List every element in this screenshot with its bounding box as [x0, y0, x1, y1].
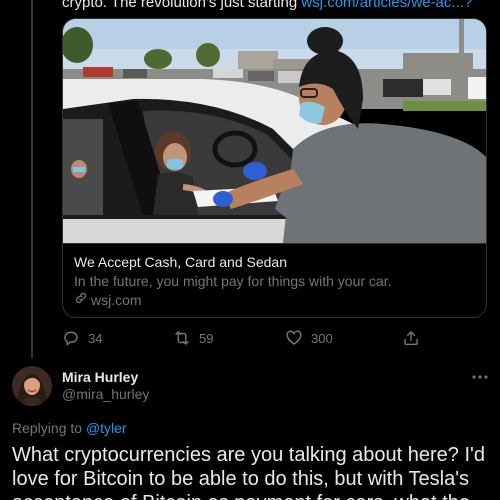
card-domain-row: wsj.com [74, 291, 477, 309]
card-title: We Accept Cash, Card and Sedan [74, 254, 287, 270]
reply-body-line: acceptance of Bitcoin as payment for car… [12, 491, 492, 500]
card-domain: wsj.com [91, 292, 142, 308]
tweet-text-truncated: crypto. The revolution's just starting w… [62, 0, 472, 12]
replying-to-prefix: Replying to [12, 420, 86, 436]
reply-count: 34 [88, 330, 103, 346]
card-description: In the future, you might pay for things … [74, 273, 392, 289]
article-link[interactable]: wsj.com/articles/we-ac...? [301, 0, 472, 11]
tweet-text: crypto. The revolution's just starting [62, 0, 302, 11]
reply-author-handle[interactable]: @mira_hurley [62, 386, 149, 403]
reply-body-line: love for Bitcoin to be able to do this, … [12, 468, 470, 490]
avatar[interactable] [12, 366, 52, 406]
heart-icon [285, 329, 303, 347]
card-info[interactable]: We Accept Cash, Card and Sedan In the fu… [63, 243, 486, 317]
reply-body-line: What cryptocurrencies are you talking ab… [12, 444, 485, 466]
card-image[interactable] [63, 19, 486, 243]
replying-to-mention[interactable]: @tyler [86, 420, 127, 436]
thread-connector-line [31, 0, 33, 358]
reply-icon [62, 329, 80, 347]
like-count: 300 [311, 330, 333, 346]
link-preview-card[interactable]: We Accept Cash, Card and Sedan In the fu… [62, 18, 487, 318]
link-icon [74, 291, 88, 309]
avatar-photo [12, 366, 52, 406]
retweet-count: 59 [199, 330, 214, 346]
share-button[interactable] [402, 328, 420, 348]
more-options-icon[interactable] [470, 370, 490, 382]
reply-author-name[interactable]: Mira Hurley [62, 369, 138, 386]
reply-body: What cryptocurrencies are you talking ab… [12, 443, 492, 500]
share-icon [402, 329, 420, 347]
retweet-button[interactable]: 59 [173, 328, 213, 348]
reply-button[interactable]: 34 [62, 328, 102, 348]
like-button[interactable]: 300 [285, 328, 333, 348]
tweet-action-bar: 34 59 300 [62, 328, 422, 348]
retweet-icon [173, 329, 191, 347]
replying-to-line: Replying to @tyler [12, 420, 127, 437]
card-photo [63, 19, 486, 243]
tweet-thread-view: crypto. The revolution's just starting w… [0, 0, 500, 500]
